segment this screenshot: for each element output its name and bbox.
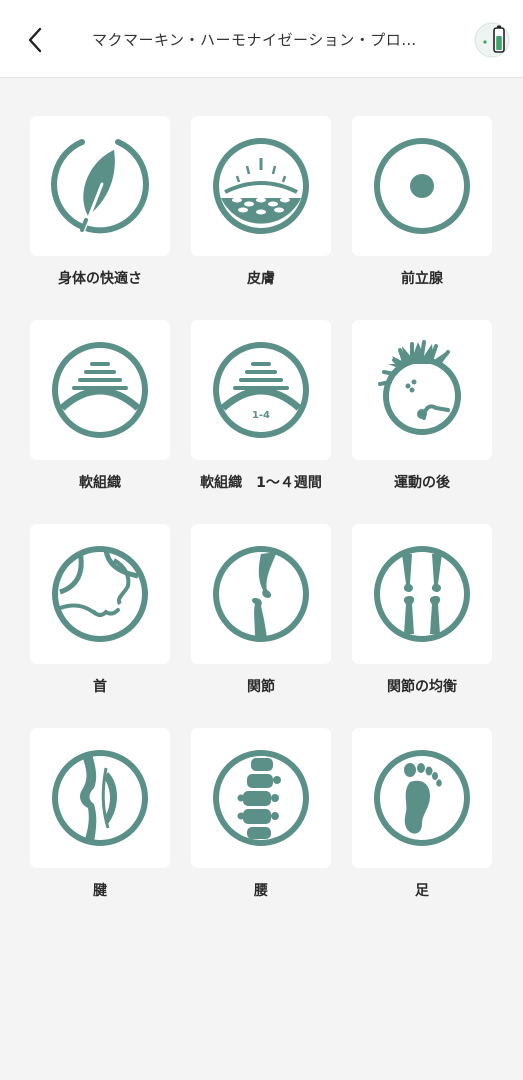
mode-label: 腰 (254, 883, 268, 899)
battery-icon (474, 22, 510, 58)
mode-tile-joint[interactable] (191, 524, 331, 664)
mode-label: 軟組織 (79, 475, 121, 491)
tendon-icon (52, 750, 148, 846)
soft-tissue-weeks-icon: 1-4 (213, 342, 309, 438)
mode-label: 関節 (247, 679, 275, 695)
mode-label: 皮膚 (247, 271, 275, 287)
battery-button[interactable] (472, 20, 512, 60)
page-title: マクマーキン・ハーモナイゼーション・プロ… (92, 31, 417, 49)
mode-tile-skin[interactable] (191, 116, 331, 256)
mode-label: 首 (93, 679, 107, 695)
mode-tile-foot[interactable] (352, 728, 492, 868)
feather-icon (51, 139, 149, 234)
chevron-left-icon (28, 27, 42, 53)
joint-icon (213, 546, 309, 642)
back-button[interactable] (18, 20, 54, 60)
mode-label: 足 (415, 883, 429, 899)
mode-tile-post-exercise[interactable] (352, 320, 492, 460)
soft-tissue-icon (52, 342, 148, 438)
neck-icon (52, 546, 148, 642)
joint-balance-icon (374, 546, 470, 642)
post-exercise-icon (378, 340, 461, 435)
weeks-badge: 1-4 (252, 410, 270, 421)
mode-tile-lower-back[interactable] (191, 728, 331, 868)
mode-tile-prostate[interactable] (352, 116, 492, 256)
app-header: マクマーキン・ハーモナイゼーション・プロ… (0, 0, 523, 78)
mode-tile-tendon[interactable] (30, 728, 170, 868)
mode-tile-soft-tissue[interactable] (30, 320, 170, 460)
mode-tile-body-comfort[interactable] (30, 116, 170, 256)
mode-label: 腱 (93, 883, 107, 899)
prostate-icon (374, 138, 470, 234)
mode-label: 身体の快適さ (58, 271, 142, 287)
mode-label: 前立腺 (401, 271, 443, 287)
mode-label: 関節の均衡 (387, 679, 457, 695)
mode-tile-soft-tissue-weeks[interactable]: 1-4 (191, 320, 331, 460)
mode-label: 軟組織 1～４週間 (200, 475, 322, 491)
mode-label: 運動の後 (394, 475, 450, 491)
mode-tile-joint-balance[interactable] (352, 524, 492, 664)
mode-tile-neck[interactable] (30, 524, 170, 664)
spine-icon (213, 750, 309, 846)
skin-icon (213, 138, 309, 234)
foot-icon (374, 750, 470, 846)
